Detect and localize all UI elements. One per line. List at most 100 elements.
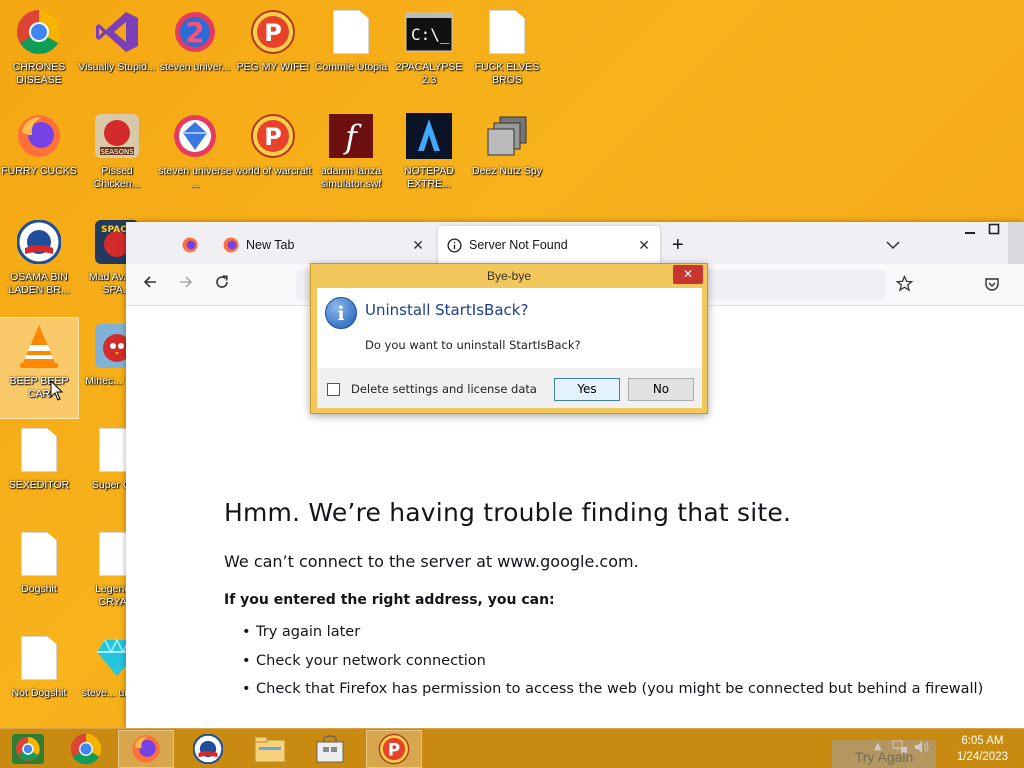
forward-button[interactable] <box>178 274 194 295</box>
svg-text:P: P <box>264 19 282 47</box>
desktop-icon-steven-univer[interactable]: 2 steven univer... <box>156 4 234 104</box>
desktop-icon-steven-universe[interactable]: steven universe ... <box>156 108 234 208</box>
desktop-icon-not-dogshit[interactable]: Not Dogshit <box>0 630 78 730</box>
close-button[interactable] <box>1008 222 1024 264</box>
desktop-icon-label: SEXEDITOR <box>8 479 70 491</box>
pocket-button[interactable] <box>984 276 1000 297</box>
taskbar-firefox[interactable] <box>118 730 174 768</box>
maximize-icon <box>988 223 1000 235</box>
close-icon[interactable]: ✕ <box>412 237 424 254</box>
desktop-icon-label: world of warcraft <box>234 165 312 177</box>
svg-text:SEASONS: SEASONS <box>100 148 134 156</box>
yes-button[interactable]: Yes <box>554 378 620 401</box>
desktop-icon-2pacalypse[interactable]: C:\_ 2PACALYPSE 2.3 <box>390 4 468 104</box>
checkbox-label[interactable]: Delete settings and license data <box>351 382 537 396</box>
start-button[interactable] <box>0 730 56 768</box>
taskbar-obama[interactable] <box>180 730 236 768</box>
dialog-message: Do you want to uninstall StartIsBack? <box>365 338 581 352</box>
desktop-icon-label: BEEP BEEP CAR <box>9 375 69 400</box>
tab-label: Server Not Found <box>469 238 568 252</box>
desktop-icon-world-of-warcraft[interactable]: P world of warcraft <box>234 108 312 208</box>
desktop-icon-label: Commie Utopia <box>314 61 388 73</box>
desktop-icon-beep-beep-car[interactable]: BEEP BEEP CAR <box>0 317 79 419</box>
new-tab-button[interactable]: + <box>672 226 692 264</box>
bookmark-button[interactable] <box>895 275 914 297</box>
desktop-icon-label: NOTEPAD EXTRE... <box>404 165 454 190</box>
desktop-icon-deez-nutz-spy[interactable]: Deez Nutz Spy <box>468 108 546 208</box>
desktop-icon-label: PEG MY WIFE! <box>236 61 310 73</box>
desktop-icon-pissed-chicken[interactable]: SEASONS Pissed Chicken... <box>78 108 156 208</box>
taskbar-peggle[interactable]: P <box>366 730 422 768</box>
svg-text:P: P <box>388 740 400 759</box>
file-icon <box>15 634 63 682</box>
svg-text:P: P <box>264 123 282 151</box>
clock-time: 6:05 AM <box>961 735 1004 747</box>
desktop-icon-furry-cucks[interactable]: FURRY CUCKS <box>0 108 78 208</box>
desktop-icon-sexeditor[interactable]: SEXEDITOR <box>0 422 78 522</box>
tab-label: New Tab <box>246 238 295 252</box>
desktop-icon-label: adamn lanza simulator.swf <box>320 165 382 190</box>
taskbar-store[interactable] <box>302 730 358 768</box>
delete-settings-checkbox[interactable] <box>327 383 340 396</box>
desktop-icon-label: Pissed Chicken... <box>93 165 141 190</box>
chrome-icon <box>70 733 102 765</box>
peggle-icon: P <box>378 733 410 765</box>
back-button[interactable] <box>142 274 158 295</box>
arrow-right-icon <box>180 276 193 288</box>
desktop-icon-peg-my-wife[interactable]: P PEG MY WIFE! <box>234 4 312 104</box>
windows-stack-icon <box>483 112 531 160</box>
tab-new-tab[interactable]: New Tab ✕ <box>220 226 434 264</box>
file-explorer-icon <box>254 736 286 763</box>
error-description: We can’t connect to the server at www.go… <box>224 552 639 571</box>
no-button[interactable]: No <box>628 378 694 401</box>
desktop-icon-dogshit[interactable]: Dogshit <box>0 526 78 626</box>
star-icon <box>895 275 914 292</box>
taskbar-chrome[interactable] <box>58 730 114 768</box>
file-icon <box>15 426 63 474</box>
try-again-button[interactable]: Try Again <box>832 740 936 768</box>
desktop-icon-commie-utopia[interactable]: Commie Utopia <box>312 4 390 104</box>
error-title: Hmm. We’re having trouble finding that s… <box>224 498 792 527</box>
close-icon[interactable]: ✕ <box>638 237 650 254</box>
angry-birds-seasons-icon: SEASONS <box>93 112 141 160</box>
pocket-icon <box>985 278 999 291</box>
desktop-icon-notepad-extreme[interactable]: NOTEPAD EXTRE... <box>390 108 468 208</box>
tab-pinned-firefox[interactable] <box>170 226 210 264</box>
list-all-tabs-button[interactable] <box>886 226 906 264</box>
error-subtitle: If you entered the right address, you ca… <box>224 592 555 608</box>
list-item: Check your network connection <box>242 647 983 676</box>
reload-icon <box>216 275 228 288</box>
maximize-button[interactable] <box>988 223 1000 239</box>
desktop-icon-visually-stupid[interactable]: Visually Stupid... <box>78 4 156 104</box>
uninstall-dialog: Bye-bye ✕ i Uninstall StartIsBack? Do yo… <box>310 263 708 414</box>
tab-bar: New Tab ✕ Server Not Found ✕ + <box>126 222 1024 264</box>
svg-text:C:\_: C:\_ <box>411 25 450 44</box>
tab-server-not-found[interactable]: Server Not Found ✕ <box>438 226 660 264</box>
desktop-icon-label: Deez Nutz Spy <box>471 165 543 177</box>
desktop-icon-fuck-elves-bros[interactable]: FUCK ELVES BROS <box>468 4 546 104</box>
start-chrome-icon <box>12 734 44 764</box>
desktop-icon-label: 2PACALYPSE 2.3 <box>395 61 463 86</box>
desktop-icon-label: CHRONES DISEASE <box>12 61 66 86</box>
dialog-footer: Delete settings and license data Yes No <box>317 368 702 408</box>
desktop-icon-chrones-disease[interactable]: CHRONES DISEASE <box>0 4 78 104</box>
desktop-icon-label: Dogshit <box>21 583 57 595</box>
taskbar-file-explorer[interactable] <box>242 730 298 768</box>
info-icon <box>447 237 462 253</box>
clock[interactable]: 6:05 AM 1/24/2023 <box>957 733 1008 765</box>
clock-date: 1/24/2023 <box>956 751 1008 763</box>
minimize-button[interactable] <box>964 224 976 240</box>
reload-button[interactable] <box>214 274 230 295</box>
dialog-title: Bye-bye <box>486 269 532 283</box>
firefox-icon <box>182 237 198 253</box>
dialog-close-button[interactable]: ✕ <box>673 265 703 284</box>
desktop-icon-label: FURRY CUCKS <box>1 165 77 177</box>
list-item: Check that Firefox has permission to acc… <box>242 675 983 704</box>
dialog-heading: Uninstall StartIsBack? <box>365 301 529 319</box>
mouse-cursor-icon <box>50 380 64 401</box>
desktop-icon-osama-bin-laden[interactable]: OSAMA BIN LADEN BR... <box>0 214 78 314</box>
desktop-icon-label: Visually Stupid... <box>78 61 156 73</box>
desktop-icon-adamn-lanza-simulator[interactable]: f adamn lanza simulator.swf <box>312 108 390 208</box>
svg-text:2: 2 <box>185 16 204 49</box>
visual-studio-icon <box>93 8 141 56</box>
